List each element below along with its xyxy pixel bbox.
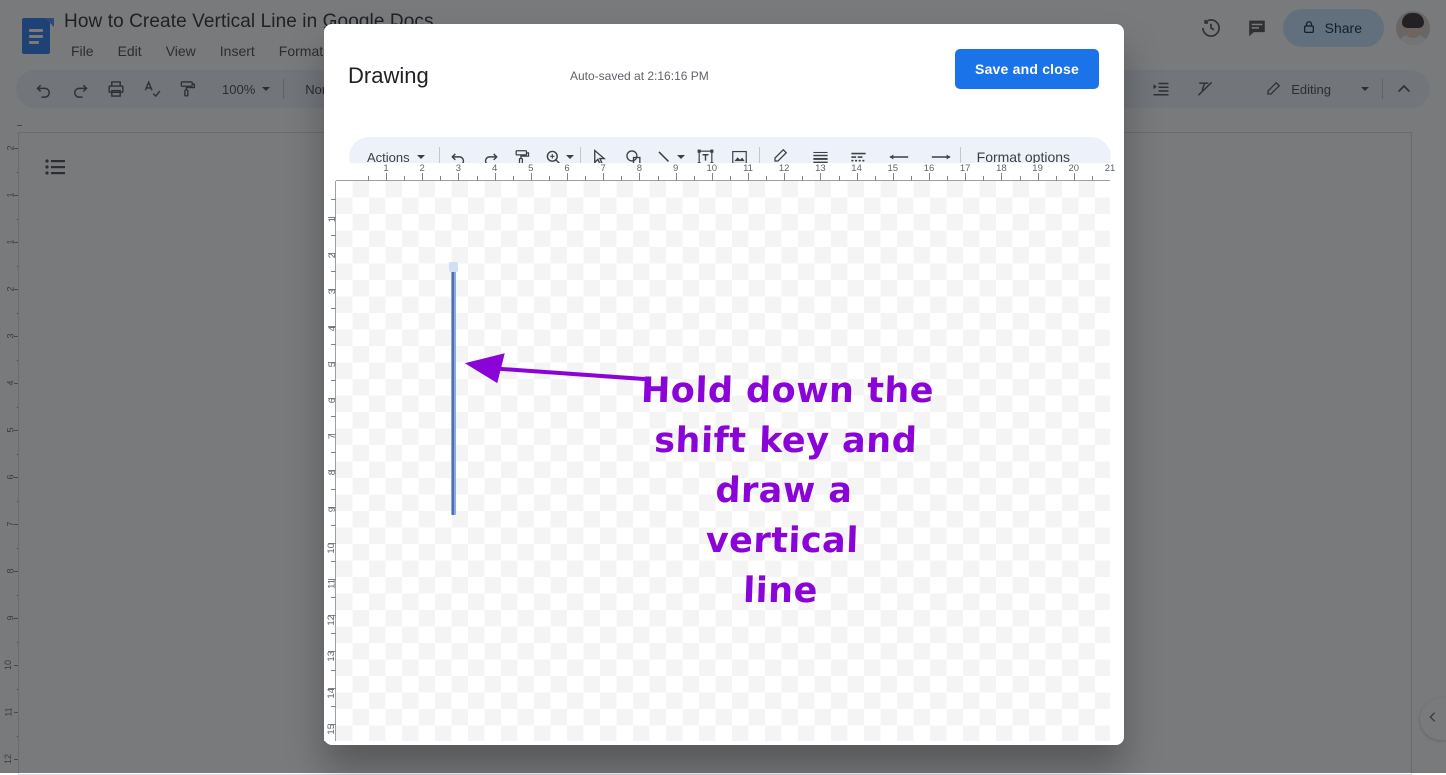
ruler-tick [712,173,713,181]
annotation-line: draw a vertical [631,466,934,566]
ruler-tick [929,173,930,181]
chevron-down-icon [677,155,685,159]
ruler-tick [567,173,568,181]
dialog-header: Drawing Auto-saved at 2:16:16 PM Save an… [324,24,1124,108]
ruler-label: 12 [779,163,790,174]
ruler-label: 5 [528,163,533,174]
ruler-tick [857,173,858,181]
ruler-label: 9 [673,163,678,174]
chevron-down-icon [417,155,425,159]
ruler-tick [820,173,821,181]
ruler-label: 16 [924,163,935,174]
annotation-line: Hold down the [637,366,939,416]
ruler-label: 3 [456,163,461,174]
ruler-tick [531,173,532,181]
ruler-label: 18 [996,163,1007,174]
ruler-label: 1 [383,163,388,174]
ruler-tick [784,173,785,181]
ruler-label: 4 [492,163,497,174]
drawing-vertical-ruler: 123456789101112131415 [324,181,336,741]
ruler-label: 19 [1032,163,1043,174]
ruler-tick [676,173,677,181]
ruler-tick [1038,173,1039,181]
ruler-label: 7 [601,163,606,174]
vertical-line-shape[interactable] [451,265,456,515]
ruler-tick [458,173,459,181]
ruler-label: 10 [707,163,718,174]
ruler-label: 20 [1069,163,1080,174]
ruler-label: 14 [851,163,862,174]
ruler-tick [386,173,387,181]
ruler-label: 2 [420,163,425,174]
ruler-label: 6 [564,163,569,174]
ruler-label: 17 [960,163,971,174]
ruler-tick [495,173,496,181]
ruler-tick [893,173,894,181]
ruler-label: 11 [743,163,753,174]
ruler-tick [1001,173,1002,181]
ruler-tick [639,173,640,181]
save-and-close-button[interactable]: Save and close [955,49,1099,89]
ruler-label: 15 [888,163,899,174]
ruler-tick [422,173,423,181]
drawing-horizontal-ruler: 123456789101112131415161718192021 [336,163,1110,181]
annotation-line: line [630,566,932,616]
ruler-tick [603,173,604,181]
ruler-tick [965,173,966,181]
ruler-label: 21 [1105,163,1116,174]
annotation-text: Hold down theshift key anddraw a vertica… [630,366,939,616]
autosave-status: Auto-saved at 2:16:16 PM [570,69,709,83]
chevron-down-icon [566,155,574,159]
ruler-label: 8 [637,163,642,174]
drawing-canvas[interactable]: Hold down theshift key anddraw a vertica… [336,181,1110,741]
ruler-tick [1074,173,1075,181]
dialog-title: Drawing [348,63,429,89]
annotation-line: shift key and [635,416,937,466]
ruler-tick [748,173,749,181]
ruler-label: 13 [815,163,826,174]
